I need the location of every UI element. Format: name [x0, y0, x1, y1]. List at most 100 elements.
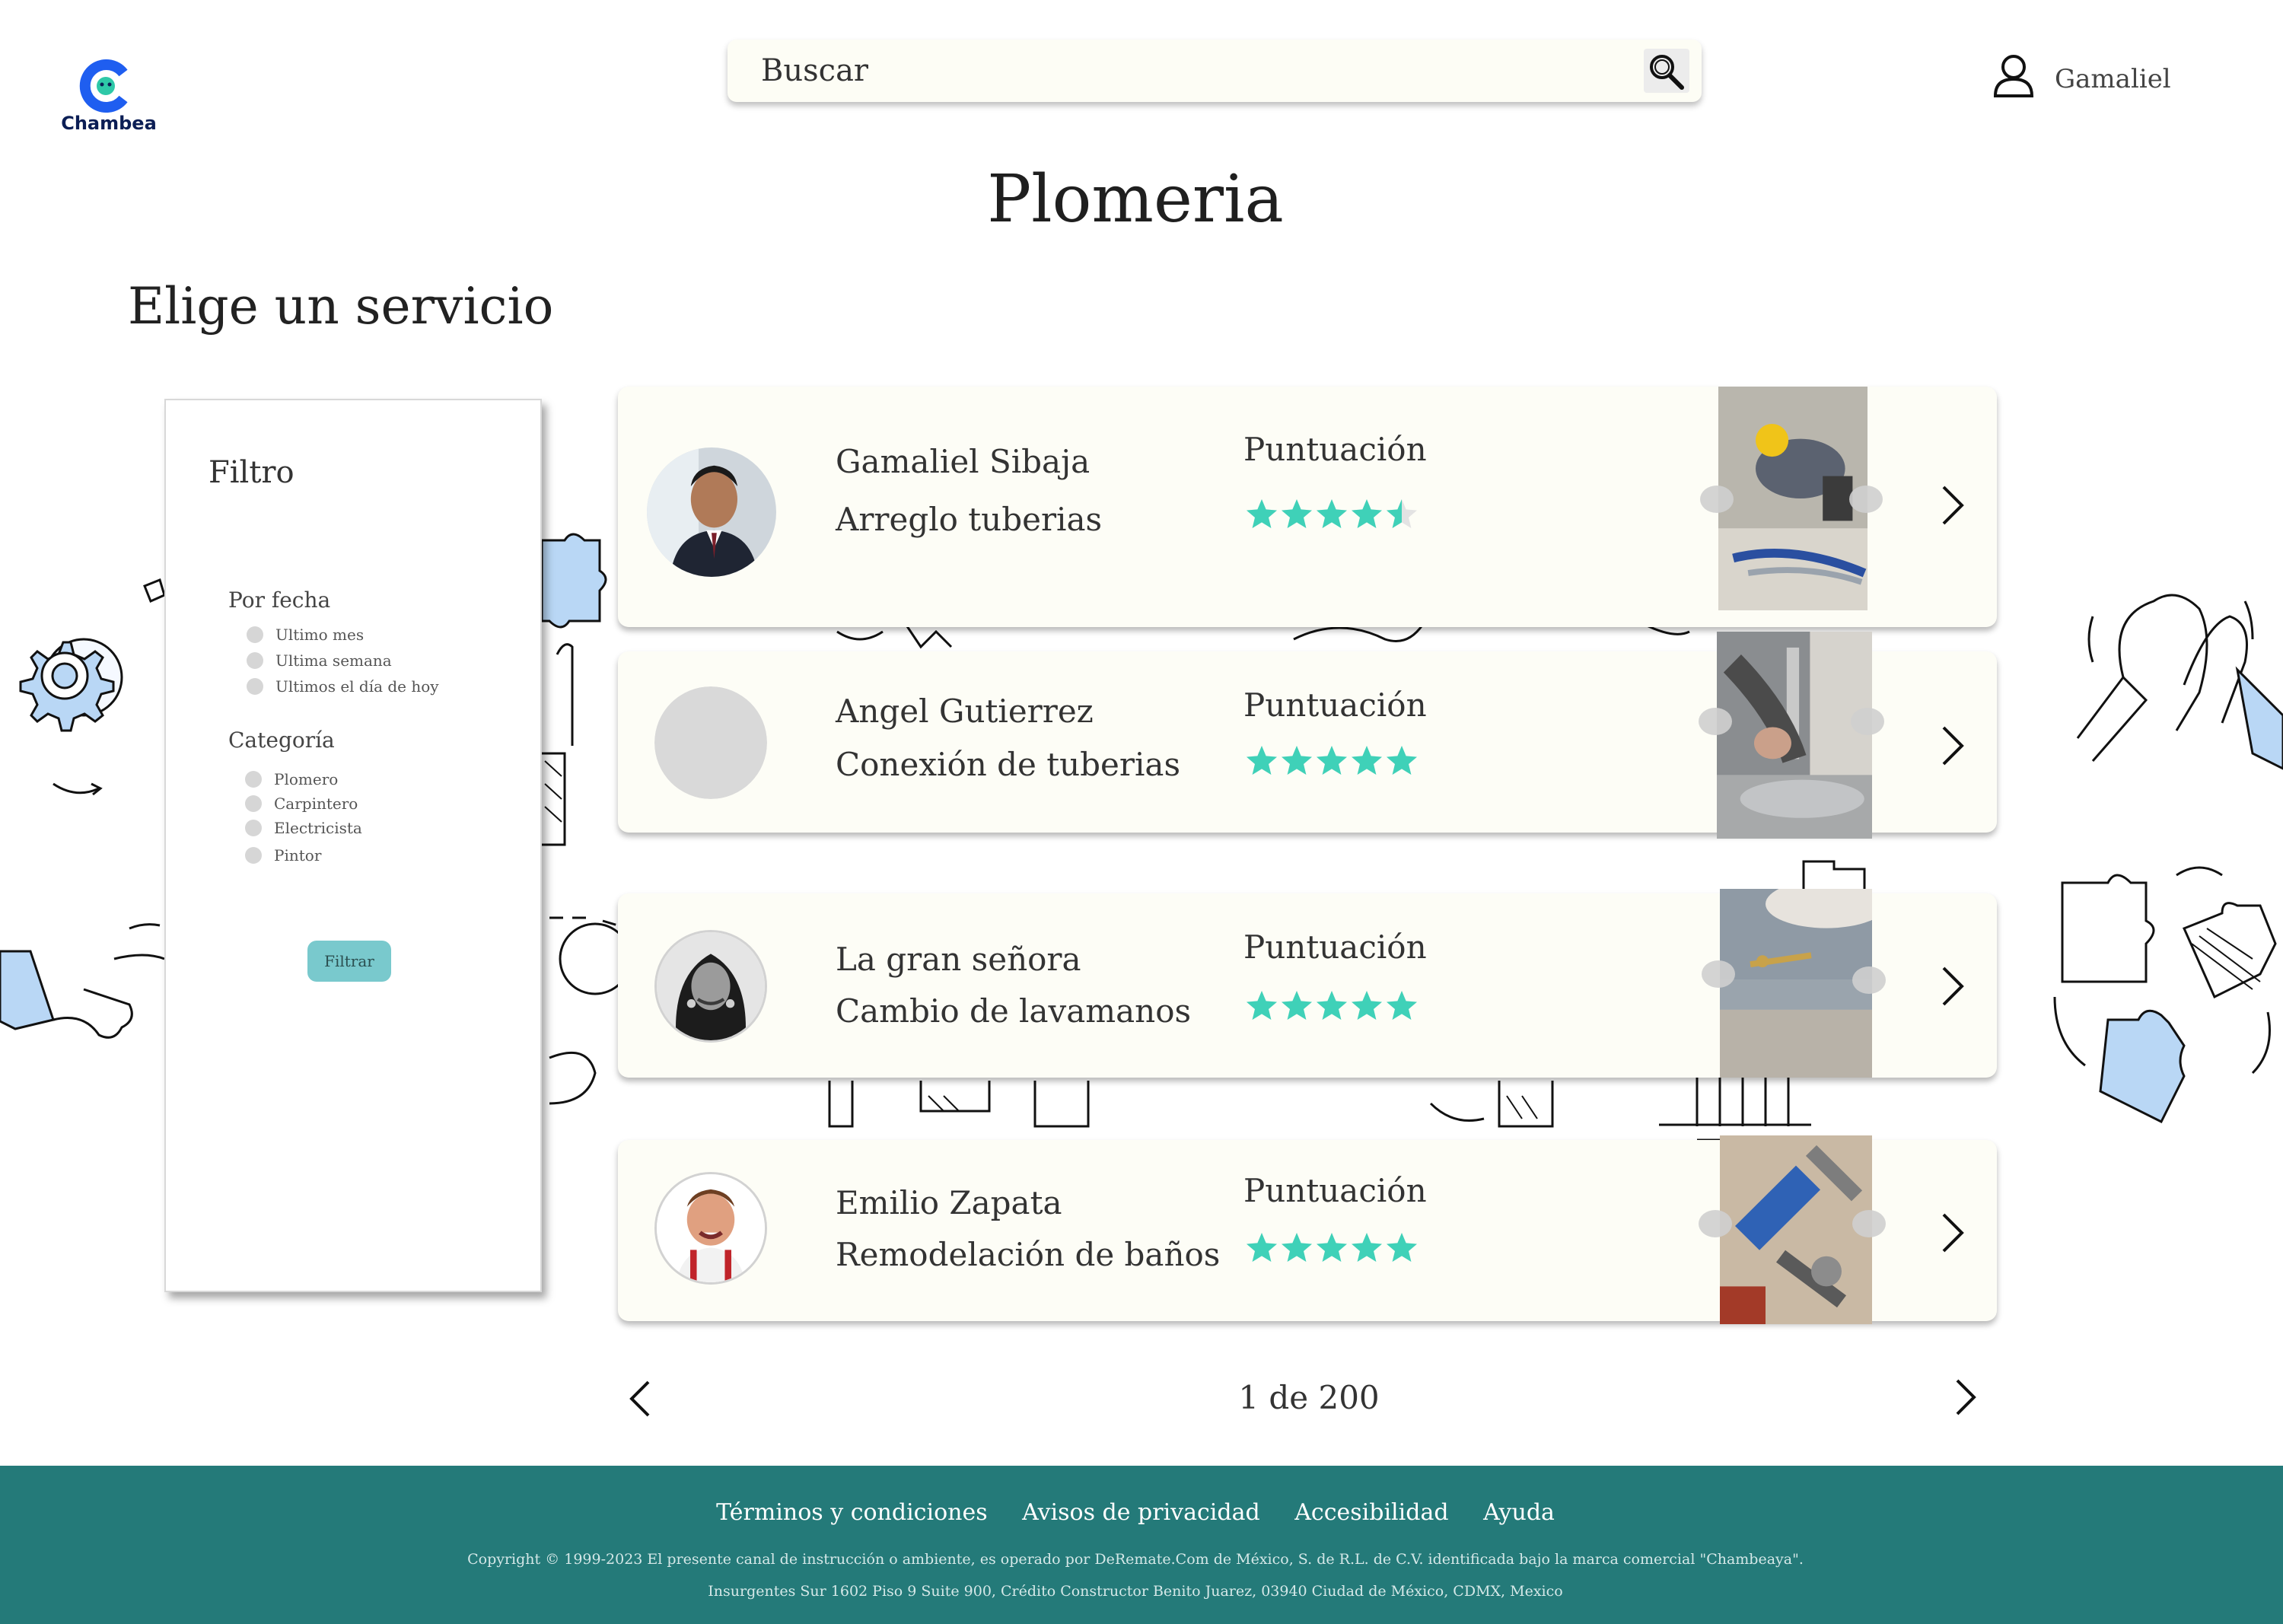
provider-name: Angel Gutierrez: [836, 693, 1094, 730]
score-label: Puntuación: [1243, 928, 1427, 966]
filter-option-label: Ultimo mes: [275, 626, 365, 644]
avatar: [654, 930, 767, 1043]
carousel-next-dot[interactable]: [1849, 486, 1883, 513]
star-icon: [1352, 991, 1382, 1020]
provider-name: Gamaliel Sibaja: [836, 443, 1091, 480]
filter-option-label: Plomero: [274, 770, 339, 788]
footer-copyright: Copyright © 1999-2023 El presente canal …: [467, 1551, 1804, 1568]
chevron-right-icon[interactable]: [1938, 1210, 1968, 1256]
star-icon: [1247, 499, 1277, 528]
provider-card[interactable]: Emilio Zapata Remodelación de baños Punt…: [618, 1135, 1997, 1324]
search-bar[interactable]: Buscar: [728, 40, 1702, 102]
filter-option-label: Electricista: [274, 819, 362, 837]
pagination-status: 1 de 200: [1238, 1379, 1380, 1416]
filter-option-last-week[interactable]: Ultima semana: [247, 651, 392, 670]
filter-option-carpintero[interactable]: Carpintero: [245, 794, 358, 813]
star-icon: [1282, 991, 1312, 1020]
rating-stars: [1245, 989, 1419, 1021]
logo-text: Chambea: [61, 113, 157, 134]
star-icon: [1387, 1233, 1417, 1262]
carousel-prev-dot[interactable]: [1702, 960, 1735, 988]
provider-service: Cambio de lavamanos: [836, 992, 1192, 1030]
filter-category-label: Categoría: [228, 728, 335, 753]
avatar: [654, 1172, 767, 1285]
sink-doodle-icon: [1802, 860, 1866, 889]
search-icon[interactable]: [1644, 49, 1689, 93]
carousel-prev-dot[interactable]: [1700, 486, 1734, 513]
chevron-right-icon[interactable]: [1938, 963, 1968, 1009]
service-photo: [1717, 632, 1872, 839]
rating-stars: [1245, 498, 1419, 530]
page-subtitle: Elige un servicio: [128, 277, 554, 336]
bracket-doodle-icon: [549, 916, 626, 1105]
chambea-logo-icon: [79, 59, 128, 113]
puzzle-doodle-icon: [542, 533, 607, 846]
carousel-prev-dot[interactable]: [1699, 708, 1732, 735]
chevron-right-icon[interactable]: [1938, 482, 1968, 528]
score-label: Puntuación: [1243, 686, 1427, 724]
filter-option-label: Carpintero: [274, 794, 358, 813]
filter-option-plomero[interactable]: Plomero: [245, 770, 338, 788]
score-label: Puntuación: [1243, 1172, 1427, 1209]
radio-icon[interactable]: [245, 847, 262, 864]
filter-option-label: Pintor: [274, 846, 322, 865]
filter-option-today[interactable]: Ultimos el día de hoy: [247, 677, 439, 696]
carousel-next-dot[interactable]: [1852, 1210, 1886, 1237]
user-icon: [1993, 55, 2034, 97]
footer-link-privacy[interactable]: Avisos de privacidad: [1022, 1499, 1260, 1526]
star-icon: [1317, 1233, 1347, 1262]
pagination-prev-icon[interactable]: [626, 1377, 656, 1420]
carousel-next-dot[interactable]: [1852, 966, 1886, 994]
footer-link-terms[interactable]: Términos y condiciones: [716, 1499, 988, 1526]
filter-option-pintor[interactable]: Pintor: [245, 846, 321, 865]
star-icon: [1247, 746, 1277, 775]
filter-option-electricista[interactable]: Electricista: [245, 819, 362, 837]
provider-service: Arreglo tuberias: [836, 501, 1103, 538]
provider-service: Remodelación de baños: [836, 1236, 1221, 1273]
footer-link-accessibility[interactable]: Accesibilidad: [1294, 1499, 1448, 1526]
footer-link-help[interactable]: Ayuda: [1483, 1499, 1555, 1526]
service-photo: [1718, 387, 1867, 610]
search-input[interactable]: Buscar: [761, 53, 868, 88]
avatar: [647, 447, 776, 577]
radio-icon[interactable]: [247, 652, 263, 669]
provider-card[interactable]: Gamaliel Sibaja Arreglo tuberias Puntuac…: [618, 387, 1997, 627]
star-icon: [1387, 991, 1417, 1020]
service-photo: [1720, 1135, 1872, 1324]
radio-icon[interactable]: [247, 678, 263, 695]
star-icon: [1387, 499, 1417, 528]
avatar-placeholder: [654, 686, 767, 799]
radio-icon[interactable]: [245, 771, 262, 788]
star-icon: [1247, 1233, 1277, 1262]
star-icon: [1282, 746, 1312, 775]
gear-doodle-icon: [19, 578, 166, 796]
star-icon: [1352, 746, 1382, 775]
carousel-prev-dot[interactable]: [1699, 1210, 1732, 1237]
chevron-right-icon[interactable]: [1938, 723, 1968, 769]
footer: Términos y condiciones Avisos de privaci…: [0, 1466, 2283, 1624]
footer-address: Insurgentes Sur 1602 Piso 9 Suite 900, C…: [708, 1583, 1563, 1600]
filter-button[interactable]: Filtrar: [307, 941, 391, 982]
radio-icon[interactable]: [245, 795, 262, 812]
radio-icon[interactable]: [247, 626, 263, 643]
high-five-doodle-icon: [2076, 594, 2283, 770]
provider-card[interactable]: La gran señora Cambio de lavamanos Puntu…: [618, 889, 1997, 1078]
user-name: Gamaliel: [2055, 64, 2171, 94]
radio-icon[interactable]: [245, 820, 262, 836]
star-icon: [1282, 499, 1312, 528]
carousel-next-dot[interactable]: [1851, 708, 1884, 735]
pagination-next-icon[interactable]: [1950, 1376, 1980, 1419]
puzzle-pieces-doodle-icon: [2053, 866, 2277, 1124]
star-icon: [1352, 499, 1382, 528]
provider-name: La gran señora: [836, 941, 1081, 978]
provider-card[interactable]: Angel Gutierrez Conexión de tuberias Pun…: [618, 632, 1997, 839]
user-menu[interactable]: Gamaliel: [1991, 53, 2189, 99]
filter-panel: Filtro Por fecha Ultimo mes Ultima seman…: [164, 399, 542, 1292]
star-icon: [1352, 1233, 1382, 1262]
filter-option-last-month[interactable]: Ultimo mes: [247, 626, 364, 644]
handshake-doodle-icon: [0, 923, 164, 1039]
provider-service: Conexión de tuberias: [836, 746, 1180, 783]
chambea-logo[interactable]: Chambea: [59, 59, 158, 143]
page-title: Plomeria: [987, 161, 1284, 237]
provider-name: Emilio Zapata: [836, 1184, 1062, 1221]
